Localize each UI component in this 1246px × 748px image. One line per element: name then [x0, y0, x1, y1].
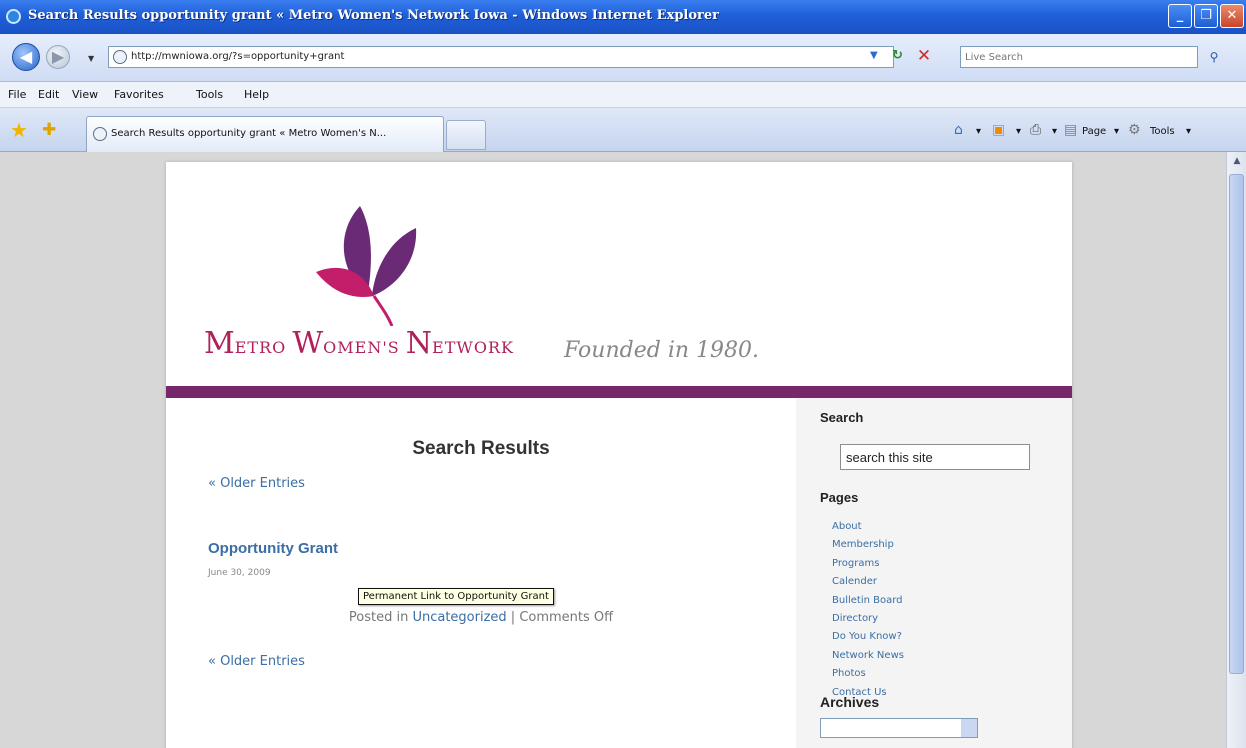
sidebar-search-heading: Search — [820, 410, 864, 425]
search-icon[interactable]: ⚲ — [1204, 46, 1224, 68]
category-link[interactable]: Uncategorized — [412, 610, 506, 625]
post-date: June 30, 2009 — [208, 568, 271, 578]
restore-button[interactable]: ❐ — [1194, 4, 1218, 28]
comments-status: Comments Off — [519, 610, 614, 625]
meta-separator: | — [506, 610, 520, 625]
sidebar-item-membership[interactable]: Membership — [832, 536, 904, 554]
favorites-star-icon[interactable]: ★ — [10, 118, 28, 142]
sidebar-item-bulletin-board[interactable]: Bulletin Board — [832, 592, 904, 610]
browser-viewport: METRO WOMEN'S NETWORK Founded in 1980. S… — [0, 152, 1226, 748]
internet-explorer-icon — [6, 9, 21, 24]
live-search-box[interactable] — [960, 46, 1198, 68]
page-menu[interactable]: Page — [1082, 126, 1106, 137]
sidebar-item-calender[interactable]: Calender — [832, 573, 904, 591]
tools-menu[interactable]: Tools — [1150, 126, 1175, 137]
home-dropdown-icon[interactable]: ▾ — [976, 126, 981, 137]
tools-dropdown-icon[interactable]: ▾ — [1186, 126, 1191, 137]
stop-icon[interactable]: ✕ — [914, 46, 934, 66]
sidebar-item-programs[interactable]: Programs — [832, 555, 904, 573]
sidebar-item-do-you-know[interactable]: Do You Know? — [832, 628, 904, 646]
feeds-icon[interactable]: ▣ — [992, 122, 1005, 138]
menu-edit[interactable]: Edit — [38, 88, 59, 101]
tab-page-icon — [93, 127, 107, 141]
menu-tools[interactable]: Tools — [196, 88, 223, 101]
address-bar[interactable]: http://mwniowa.org/?s=opportunity+grant — [108, 46, 894, 68]
sidebar-pages-heading: Pages — [820, 490, 859, 505]
site-logo-text[interactable]: METRO WOMEN'S NETWORK — [204, 326, 514, 361]
main-content: Search Results « Older Entries Opportuni… — [196, 398, 796, 748]
window-title: Search Results opportunity grant « Metro… — [28, 8, 719, 23]
flower-logo-icon — [316, 206, 417, 326]
scroll-up-icon[interactable]: ▲ — [1230, 156, 1244, 170]
vertical-scrollbar[interactable]: ▲ — [1226, 152, 1246, 748]
chevron-down-icon[interactable] — [961, 719, 977, 737]
menu-bar: File Edit View Favorites Tools Help — [0, 82, 1246, 108]
pages-list: About Membership Programs Calender Bulle… — [832, 518, 904, 702]
address-toolbar: ◀ ▶ ▼ http://mwniowa.org/?s=opportunity+… — [0, 34, 1246, 82]
site-tagline: Founded in 1980. — [564, 338, 760, 363]
sidebar-item-directory[interactable]: Directory — [832, 610, 904, 628]
scroll-thumb[interactable] — [1229, 174, 1244, 674]
site-search-input[interactable] — [841, 445, 1029, 469]
tab-label: Search Results opportunity grant « Metro… — [111, 128, 387, 139]
url-text: http://mwniowa.org/?s=opportunity+grant — [131, 51, 345, 62]
menu-view[interactable]: View — [72, 88, 98, 101]
home-icon[interactable]: ⌂ — [954, 122, 963, 138]
window-title-bar: Search Results opportunity grant « Metro… — [0, 0, 1246, 34]
print-dropdown-icon[interactable]: ▾ — [1052, 126, 1057, 137]
live-search-input[interactable] — [961, 47, 1197, 67]
print-icon[interactable]: ⎙ — [1030, 122, 1041, 138]
older-entries-link-bottom[interactable]: « Older Entries — [208, 654, 305, 669]
forward-button[interactable]: ▶ — [46, 45, 70, 69]
posted-in-label: Posted in — [348, 610, 413, 625]
header-divider-band — [166, 386, 1072, 398]
sidebar: Search Pages About Membership Programs C… — [796, 398, 1072, 748]
new-tab-button[interactable] — [446, 120, 486, 150]
sidebar-item-photos[interactable]: Photos — [832, 665, 904, 683]
page-menu-icon[interactable]: ▤ — [1064, 122, 1077, 138]
post-meta: Posted in Uncategorized | Comments Off — [196, 610, 766, 625]
post-title-link[interactable]: Opportunity Grant — [208, 540, 338, 557]
sidebar-archives-heading: Archives — [820, 694, 880, 710]
menu-favorites[interactable]: Favorites — [114, 88, 164, 101]
refresh-icon[interactable]: ↻ — [892, 48, 903, 63]
older-entries-link-top[interactable]: « Older Entries — [208, 476, 305, 491]
link-tooltip: Permanent Link to Opportunity Grant — [358, 588, 554, 605]
sidebar-item-network-news[interactable]: Network News — [832, 647, 904, 665]
minimize-button[interactable]: _ — [1168, 4, 1192, 28]
add-favorites-icon[interactable]: ✚ — [42, 120, 56, 140]
site-search-box[interactable] — [840, 444, 1030, 470]
page-dropdown-icon[interactable]: ▾ — [1114, 126, 1119, 137]
archives-dropdown[interactable] — [820, 718, 978, 738]
address-dropdown-icon[interactable]: ▼ — [870, 50, 878, 61]
site-header: METRO WOMEN'S NETWORK Founded in 1980. — [166, 162, 1072, 386]
close-button[interactable]: ✕ — [1220, 4, 1244, 28]
page-icon — [113, 50, 127, 64]
sidebar-item-about[interactable]: About — [832, 518, 904, 536]
back-button[interactable]: ◀ — [12, 43, 40, 71]
menu-help[interactable]: Help — [244, 88, 269, 101]
menu-file[interactable]: File — [8, 88, 26, 101]
page-title: Search Results — [412, 438, 550, 459]
tools-gear-icon[interactable]: ⚙ — [1128, 122, 1141, 138]
tab-row: ★ ✚ Search Results opportunity grant « M… — [0, 108, 1246, 152]
web-page: METRO WOMEN'S NETWORK Founded in 1980. S… — [166, 162, 1072, 748]
feeds-dropdown-icon[interactable]: ▾ — [1016, 126, 1021, 137]
history-dropdown-icon[interactable]: ▼ — [88, 54, 94, 63]
tab-active[interactable]: Search Results opportunity grant « Metro… — [86, 116, 444, 152]
